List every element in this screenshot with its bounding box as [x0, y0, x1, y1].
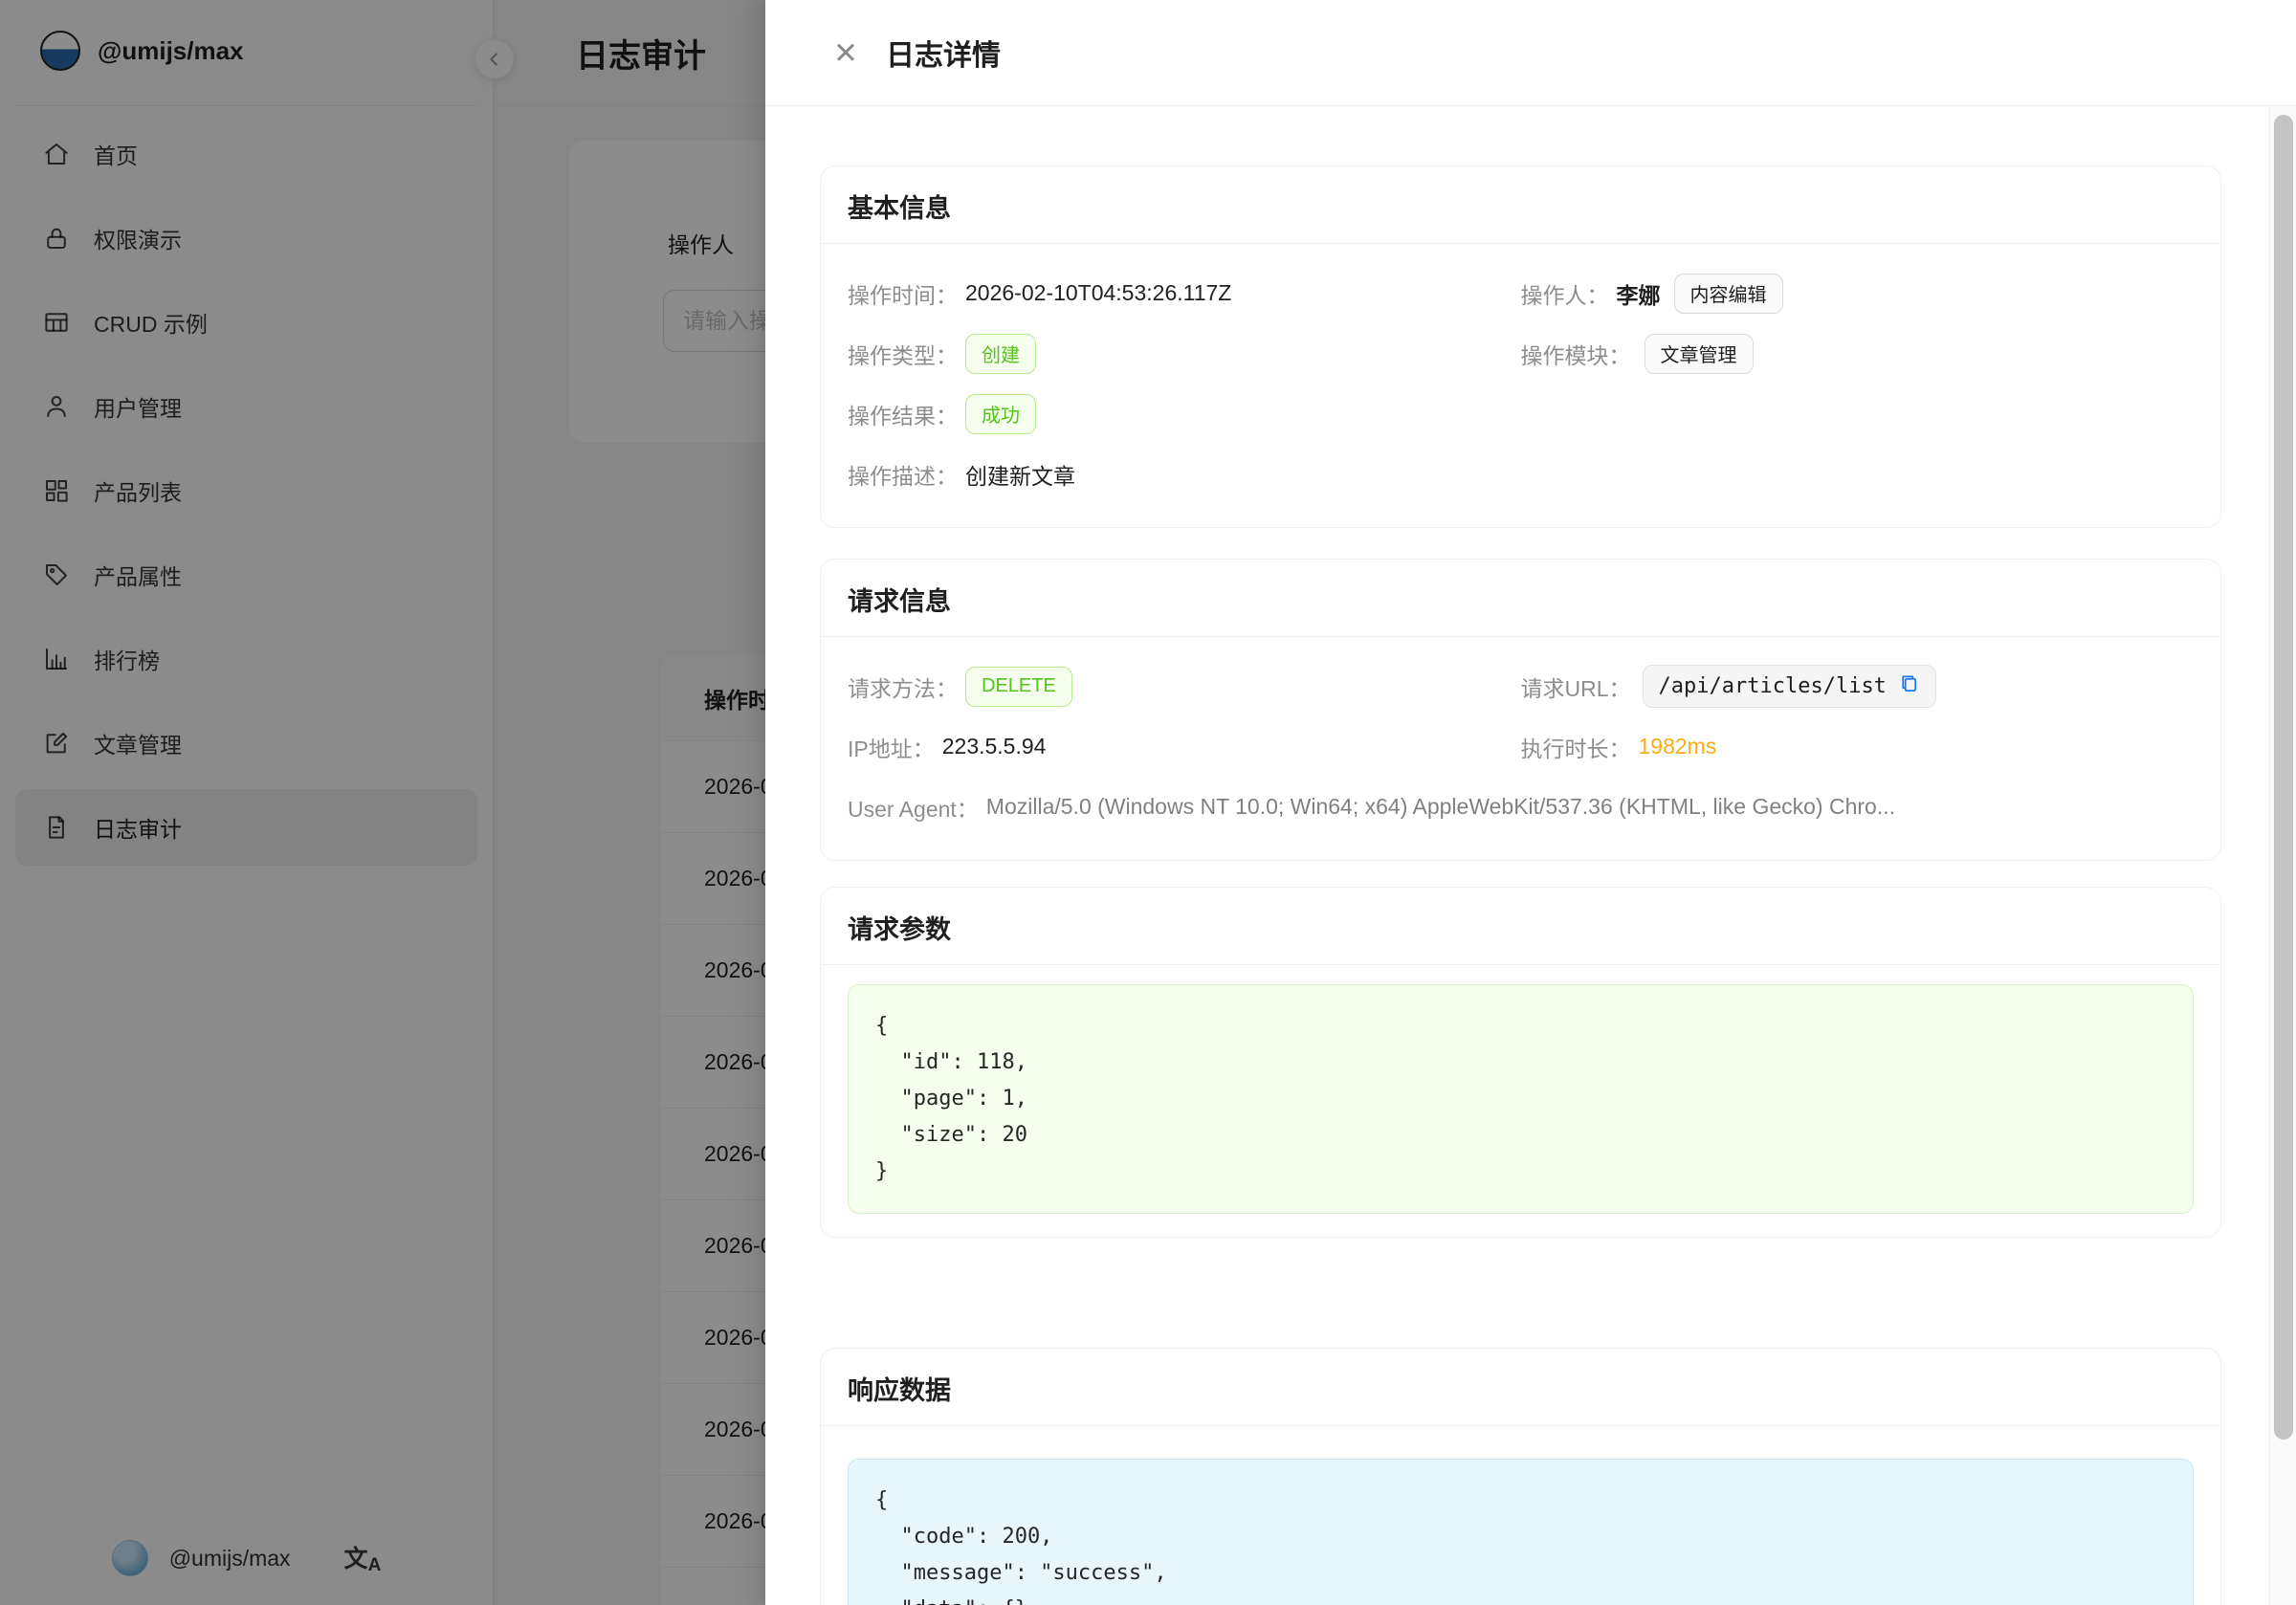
drawer-title: 日志详情	[886, 32, 1001, 74]
request-params-card: 请求参数 { "id": 118, "page": 1, "size": 20}	[820, 887, 2221, 1238]
code-line: }	[875, 1154, 2166, 1190]
op-time-label: 操作时间：	[848, 277, 958, 310]
basic-info-title: 基本信息	[821, 166, 2220, 244]
info-row: User Agent： Mozilla/5.0 (Windows NT 10.0…	[848, 777, 2194, 837]
op-module-label: 操作模块：	[1521, 338, 1631, 370]
request-method-badge: DELETE	[965, 667, 1072, 707]
copy-icon[interactable]	[1898, 672, 1920, 700]
app-root: @umijs/max 首页 权限演示 CRUD 示例 用户管理 产品列表	[0, 0, 2296, 1605]
info-row: 操作结果： 成功	[848, 384, 2194, 444]
info-row: 请求方法： DELETE 请求URL： /api/articles/list	[848, 656, 2194, 716]
drawer-scrollbar-track[interactable]	[2269, 106, 2296, 1605]
op-desc-value: 创建新文章	[965, 458, 1075, 491]
info-row: IP地址： 223.5.5.94 执行时长： 1982ms	[848, 716, 2194, 777]
info-row: 操作时间： 2026-02-10T04:53:26.117Z 操作人： 李娜 内…	[848, 263, 2194, 323]
drawer-header: ✕ 日志详情	[765, 0, 2296, 106]
op-type-label: 操作类型：	[848, 338, 958, 370]
basic-info-card: 基本信息 操作时间： 2026-02-10T04:53:26.117Z 操作人：…	[820, 165, 2221, 528]
duration-label: 执行时长：	[1521, 731, 1631, 763]
op-result-label: 操作结果：	[848, 398, 958, 430]
response-data-code-block: { "code": 200, "message": "success", "da…	[848, 1459, 2194, 1605]
basic-info-body: 操作时间： 2026-02-10T04:53:26.117Z 操作人： 李娜 内…	[821, 244, 2220, 527]
code-line: "code": 200,	[875, 1519, 2166, 1555]
operator-role-badge: 内容编辑	[1674, 274, 1783, 314]
info-row: 操作描述： 创建新文章	[848, 444, 2194, 504]
code-line: {	[875, 1483, 2166, 1519]
request-params-code-block: { "id": 118, "page": 1, "size": 20}	[848, 984, 2194, 1214]
request-info-title: 请求信息	[821, 560, 2220, 637]
close-icon[interactable]: ✕	[828, 38, 863, 68]
user-agent-value: Mozilla/5.0 (Windows NT 10.0; Win64; x64…	[986, 794, 1895, 820]
ip-label: IP地址：	[848, 731, 935, 763]
user-agent-label: User Agent：	[848, 791, 979, 824]
response-data-card: 响应数据 { "code": 200, "message": "success"…	[820, 1348, 2221, 1605]
request-params-title: 请求参数	[821, 888, 2220, 965]
code-line: "data": {}	[875, 1592, 2166, 1605]
op-result-badge: 成功	[965, 394, 1036, 434]
response-data-title: 响应数据	[821, 1349, 2220, 1426]
op-module-badge: 文章管理	[1645, 334, 1754, 374]
request-url-box[interactable]: /api/articles/list	[1643, 665, 1936, 708]
duration-value: 1982ms	[1639, 734, 1717, 759]
op-desc-label: 操作描述：	[848, 458, 958, 491]
operator-value: 李娜	[1617, 277, 1661, 310]
op-type-badge: 创建	[965, 334, 1036, 374]
request-url-value: /api/articles/list	[1659, 674, 1887, 698]
code-line: "size": 20	[875, 1117, 2166, 1154]
request-info-card: 请求信息 请求方法： DELETE 请求URL： /api/articles/l…	[820, 559, 2221, 861]
code-line: "id": 118,	[875, 1044, 2166, 1081]
operator-label: 操作人：	[1521, 277, 1609, 310]
code-line: "page": 1,	[875, 1081, 2166, 1117]
drawer-body: 基本信息 操作时间： 2026-02-10T04:53:26.117Z 操作人：…	[765, 106, 2296, 1605]
log-detail-drawer: ✕ 日志详情 基本信息 操作时间： 2026-02-10T04:53:26.11…	[765, 0, 2296, 1605]
info-row: 操作类型： 创建 操作模块： 文章管理	[848, 323, 2194, 384]
drawer-scrollbar-thumb[interactable]	[2274, 115, 2293, 1440]
request-params-body: { "id": 118, "page": 1, "size": 20}	[821, 965, 2220, 1237]
request-info-body: 请求方法： DELETE 请求URL： /api/articles/list	[821, 637, 2220, 860]
ip-value: 223.5.5.94	[942, 734, 1047, 759]
request-url-label: 请求URL：	[1521, 671, 1631, 703]
response-data-body: { "code": 200, "message": "success", "da…	[821, 1426, 2220, 1605]
code-line: {	[875, 1008, 2166, 1044]
request-method-label: 请求方法：	[848, 671, 958, 703]
op-time-value: 2026-02-10T04:53:26.117Z	[965, 280, 1231, 306]
code-line: "message": "success",	[875, 1555, 2166, 1592]
